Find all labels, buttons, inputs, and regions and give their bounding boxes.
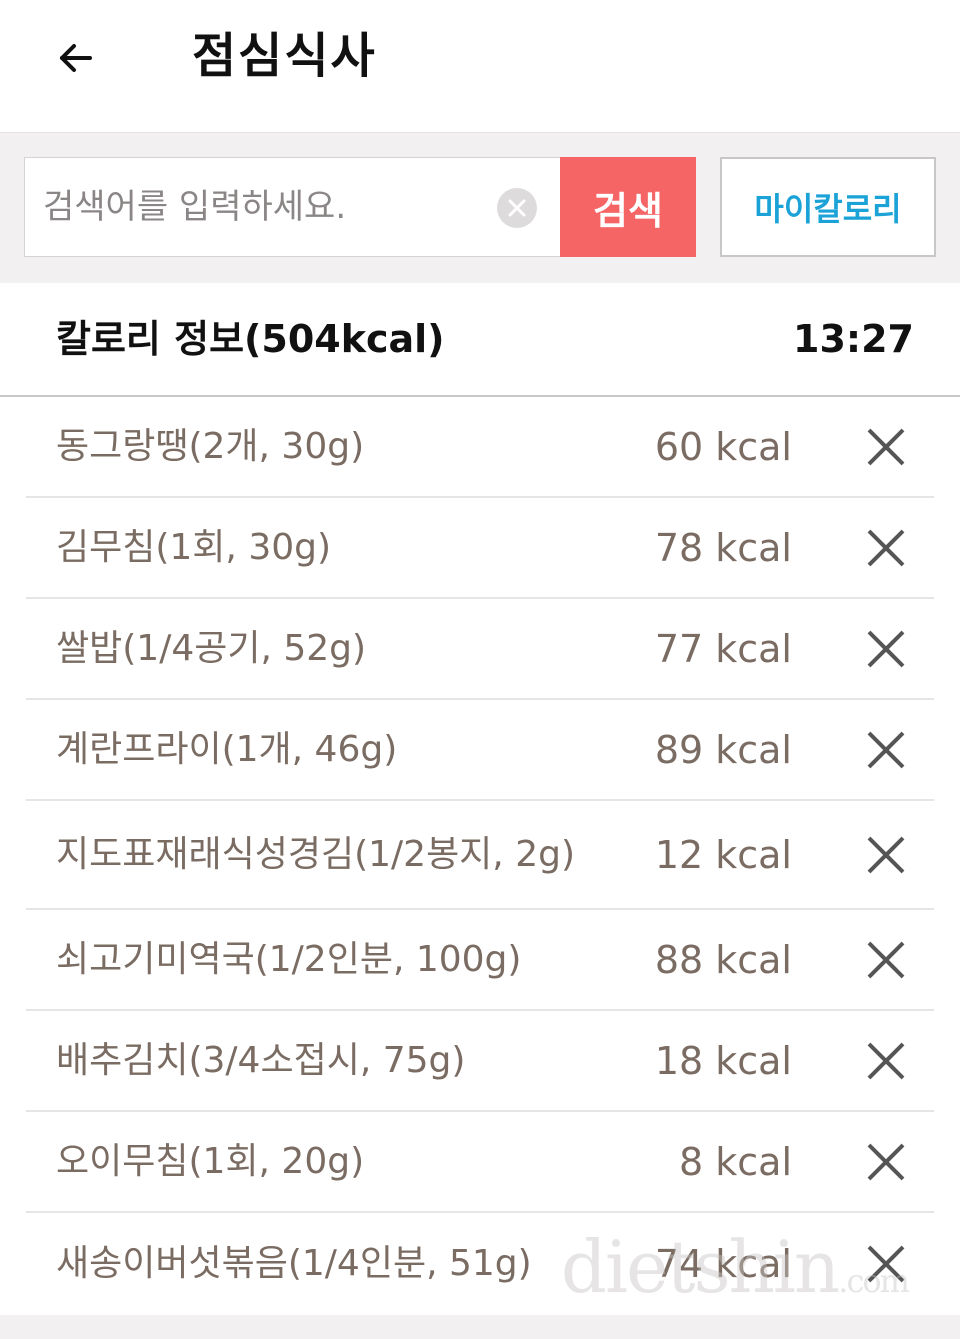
food-name: 계란프라이(1개, 46g) bbox=[56, 728, 398, 770]
food-name: 새송이버섯볶음(1/4인분, 51g) bbox=[56, 1242, 532, 1284]
my-calorie-button[interactable]: 마이칼로리 bbox=[720, 157, 936, 257]
food-kcal: 77 kcal bbox=[654, 626, 792, 671]
arrow-left-icon bbox=[60, 44, 92, 72]
remove-food-button[interactable] bbox=[864, 938, 908, 982]
page-title: 점심식사 bbox=[192, 28, 377, 84]
food-name: 김무침(1회, 30g) bbox=[56, 526, 332, 568]
calorie-info-header: 칼로리 정보(504kcal) 13:27 bbox=[0, 283, 960, 397]
food-name: 지도표재래식성경김(1/2봉지, 2g) bbox=[56, 833, 575, 875]
search-box bbox=[24, 157, 560, 257]
remove-food-button[interactable] bbox=[864, 1242, 908, 1286]
food-row: 새송이버섯볶음(1/4인분, 51g) 74 kcal bbox=[26, 1213, 934, 1314]
food-row: 오이무침(1회, 20g) 8 kcal bbox=[26, 1112, 934, 1213]
close-icon bbox=[867, 731, 905, 768]
back-button[interactable] bbox=[52, 34, 100, 82]
close-icon bbox=[867, 529, 905, 566]
close-icon bbox=[867, 1245, 905, 1282]
remove-food-button[interactable] bbox=[864, 728, 908, 772]
food-row: 동그랑땡(2개, 30g) 60 kcal bbox=[26, 397, 934, 498]
food-name: 배추김치(3/4소접시, 75g) bbox=[56, 1039, 466, 1081]
calorie-info-title: 칼로리 정보(504kcal) bbox=[56, 317, 445, 361]
remove-food-button[interactable] bbox=[864, 425, 908, 469]
food-kcal: 60 kcal bbox=[654, 424, 792, 469]
remove-food-button[interactable] bbox=[864, 1039, 908, 1083]
food-name: 쌀밥(1/4공기, 52g) bbox=[56, 627, 367, 669]
clear-search-button[interactable] bbox=[497, 188, 537, 228]
food-list: 동그랑땡(2개, 30g) 60 kcal 김무침(1회, 30g) 78 kc… bbox=[0, 397, 960, 1314]
food-row: 지도표재래식성경김(1/2봉지, 2g) 12 kcal bbox=[26, 801, 934, 910]
food-kcal: 8 kcal bbox=[679, 1139, 792, 1184]
close-icon bbox=[867, 630, 905, 667]
search-input[interactable] bbox=[43, 158, 483, 256]
app-screen: 점심식사 검색 마이칼로리 칼로리 정보(504kcal) 13:27 동그랑땡… bbox=[0, 0, 960, 1339]
close-icon bbox=[867, 836, 905, 873]
remove-food-button[interactable] bbox=[864, 1140, 908, 1184]
food-kcal: 89 kcal bbox=[654, 727, 792, 772]
food-name: 동그랑땡(2개, 30g) bbox=[56, 425, 365, 467]
food-row: 김무침(1회, 30g) 78 kcal bbox=[26, 498, 934, 599]
close-icon bbox=[867, 1042, 905, 1079]
food-kcal: 78 kcal bbox=[654, 525, 792, 570]
header: 점심식사 bbox=[0, 0, 960, 132]
search-bar: 검색 마이칼로리 bbox=[0, 132, 960, 283]
close-icon bbox=[867, 1143, 905, 1180]
food-row: 배추김치(3/4소접시, 75g) 18 kcal bbox=[26, 1011, 934, 1112]
food-kcal: 88 kcal bbox=[654, 937, 792, 982]
food-name: 오이무침(1회, 20g) bbox=[56, 1140, 365, 1182]
food-row: 쇠고기미역국(1/2인분, 100g) 88 kcal bbox=[26, 910, 934, 1011]
close-icon bbox=[867, 941, 905, 978]
food-kcal: 74 kcal bbox=[654, 1241, 792, 1286]
search-button[interactable]: 검색 bbox=[560, 157, 696, 257]
food-row: 쌀밥(1/4공기, 52g) 77 kcal bbox=[26, 599, 934, 700]
food-kcal: 18 kcal bbox=[654, 1038, 792, 1083]
close-icon bbox=[867, 428, 905, 465]
remove-food-button[interactable] bbox=[864, 833, 908, 877]
close-icon bbox=[508, 199, 526, 217]
bottom-band bbox=[0, 1315, 960, 1339]
remove-food-button[interactable] bbox=[864, 627, 908, 671]
food-row: 계란프라이(1개, 46g) 89 kcal bbox=[26, 700, 934, 801]
food-name: 쇠고기미역국(1/2인분, 100g) bbox=[56, 938, 522, 980]
meal-time: 13:27 bbox=[793, 317, 914, 361]
food-kcal: 12 kcal bbox=[654, 832, 792, 877]
remove-food-button[interactable] bbox=[864, 526, 908, 570]
